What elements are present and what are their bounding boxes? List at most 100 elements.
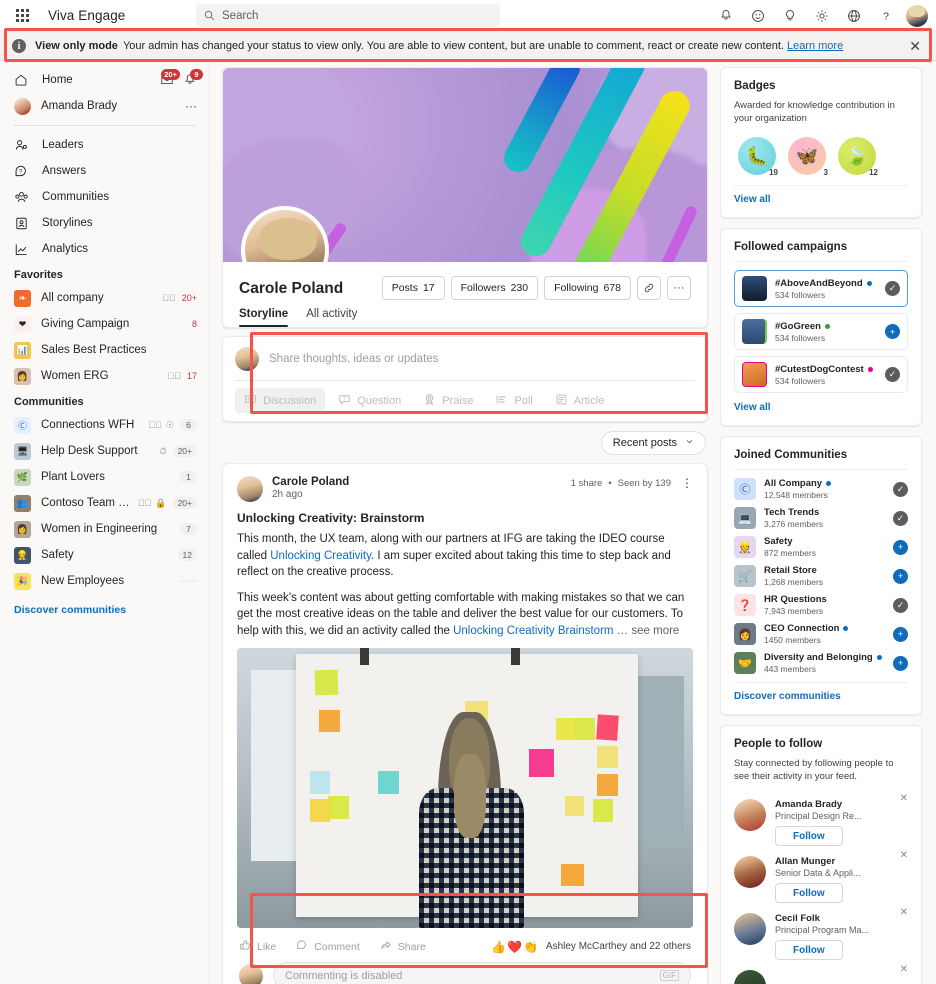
discover-communities-link[interactable]: Discover communities [734, 691, 908, 702]
avatar[interactable] [734, 799, 766, 831]
leaf-badge[interactable]: 🍃 12 [838, 137, 878, 177]
campaigns-view-all-link[interactable]: View all [734, 402, 908, 413]
campaign-item[interactable]: #CutestDogContest 534 followers ✓ [734, 356, 908, 393]
post-image[interactable] [237, 648, 693, 928]
globe-icon[interactable] [838, 0, 870, 31]
join-plus-icon[interactable]: + [893, 568, 908, 584]
help-icon[interactable]: ? [870, 0, 902, 31]
waffle-icon[interactable] [8, 2, 36, 30]
sidebar-item-home[interactable]: Home 20+ 9 [0, 67, 209, 93]
followers-stat-button[interactable]: Followers 230 [450, 276, 539, 300]
joined-community-item[interactable]: 👩 CEO Connection 1450 members + [734, 623, 908, 645]
join-plus-icon[interactable]: + [893, 539, 908, 555]
sidebar-item-safety[interactable]: 👷 Safety 12 [0, 542, 209, 568]
butterfly-badge[interactable]: 🦋 3 [788, 137, 828, 177]
posts-stat-button[interactable]: Posts 17 [381, 276, 445, 300]
bell-icon[interactable] [710, 0, 742, 31]
joined-check-icon[interactable]: ✓ [893, 481, 908, 497]
sidebar-item-user[interactable]: Amanda Brady ··· [0, 93, 209, 119]
campaign-item[interactable]: #AboveAndBeyond 534 followers ✓ [734, 270, 908, 307]
avatar[interactable] [237, 476, 263, 502]
post-more-icon[interactable]: ⋮ [677, 476, 693, 490]
joined-community-item[interactable]: ❓ HR Questions 7,943 members ✓ [734, 594, 908, 616]
more-icon[interactable]: ··· [667, 276, 691, 300]
like-button[interactable]: Like [239, 939, 276, 954]
discover-communities-link[interactable]: Discover communities [0, 594, 209, 616]
sidebar-item-answers[interactable]: ? Answers [0, 158, 209, 184]
tab-storyline[interactable]: Storyline [239, 308, 289, 327]
composer-question-button[interactable]: ? Question [329, 388, 410, 413]
composer-praise-button[interactable]: Praise [414, 388, 482, 413]
joined-community-item[interactable]: Ⓒ All Company 12,548 members ✓ [734, 478, 908, 500]
avatar[interactable] [734, 913, 766, 945]
gif-icon[interactable]: GIF [659, 970, 679, 981]
sidebar-item-communities[interactable]: Communities [0, 184, 209, 210]
joined-community-item[interactable]: 💻 Tech Trends 3,276 members ✓ [734, 507, 908, 529]
comment-button[interactable]: Comment [296, 939, 360, 954]
learn-more-link[interactable]: Learn more [787, 40, 843, 52]
close-icon[interactable]: ✕ [906, 38, 924, 55]
unlocking-creativity-link[interactable]: Unlocking Creativity [270, 550, 371, 562]
sidebar-item-women-in-engineering[interactable]: 👩 Women in Engineering 7 [0, 516, 209, 542]
sidebar-item-contoso-team-ux[interactable]: 👥 Contoso Team UX (Desig... ✔⃝ 🔒 20+ [0, 490, 209, 516]
sidebar-item-giving-campaign[interactable]: ❤ Giving Campaign 8 [0, 311, 209, 337]
follow-button[interactable]: Follow [775, 940, 843, 960]
sidebar-item-leaders[interactable]: Leaders [0, 132, 209, 158]
campaign-item[interactable]: #GoGreen 534 followers + [734, 313, 908, 350]
person-name[interactable]: Allan Munger [775, 856, 861, 867]
join-plus-icon[interactable]: + [893, 655, 908, 671]
joined-community-item[interactable]: 👷 Safety 872 members + [734, 536, 908, 558]
avatar[interactable] [734, 856, 766, 888]
inbox-icon[interactable]: 20+ [160, 69, 180, 87]
sidebar-item-connections-wfh[interactable]: Ⓒ Connections WFH ✔⃝ ☉ 6 [0, 412, 209, 438]
more-icon[interactable]: ··· [181, 99, 197, 113]
sidebar-item-help-desk-support[interactable]: 🖥 Help Desk Support ⏱ 20+ [0, 438, 209, 464]
avatar[interactable] [734, 970, 766, 984]
composer-article-button[interactable]: Article [546, 388, 614, 413]
badges-view-all-link[interactable]: View all [734, 194, 908, 205]
following-check-icon[interactable]: ✓ [885, 281, 900, 296]
share-button[interactable]: Share [380, 939, 426, 954]
dismiss-icon[interactable]: ✕ [900, 793, 908, 804]
sort-dropdown[interactable]: Recent posts [600, 431, 706, 455]
sidebar-item-plant-lovers[interactable]: 🌿 Plant Lovers 1 [0, 464, 209, 490]
see-more-link[interactable]: … see more [613, 625, 680, 637]
following-check-icon[interactable]: ✓ [885, 367, 900, 382]
dismiss-icon[interactable]: ✕ [900, 850, 908, 861]
search-input[interactable]: Search [196, 4, 500, 27]
following-stat-button[interactable]: Following 678 [544, 276, 631, 300]
post-author-name[interactable]: Carole Poland [272, 476, 349, 488]
smiley-icon[interactable] [742, 0, 774, 31]
sidebar-item-analytics[interactable]: Analytics [0, 236, 209, 262]
community-thumb: 🤝 [734, 652, 756, 674]
joined-check-icon[interactable]: ✓ [893, 597, 908, 613]
joined-community-item[interactable]: 🛒 Retail Store 1,268 members + [734, 565, 908, 587]
follow-button[interactable]: Follow [775, 826, 843, 846]
dismiss-icon[interactable]: ✕ [900, 964, 908, 975]
sidebar-item-all-company[interactable]: ❧ All company ✔⃝ 20+ [0, 285, 209, 311]
tab-all-activity[interactable]: All activity [306, 308, 357, 327]
caterpillar-badge[interactable]: 🐛 19 [738, 137, 778, 177]
joined-community-item[interactable]: 🤝 Diversity and Belonging 443 members + [734, 652, 908, 674]
sidebar-item-sales-best-practices[interactable]: 📊 Sales Best Practices [0, 337, 209, 363]
notifications-icon[interactable]: 9 [183, 69, 203, 87]
composer-discussion-button[interactable]: Discussion [235, 388, 326, 413]
joined-check-icon[interactable]: ✓ [893, 510, 908, 526]
unlocking-creativity-brainstorm-link[interactable]: Unlocking Creativity Brainstorm [453, 625, 613, 637]
sidebar-item-storylines[interactable]: Storylines [0, 210, 209, 236]
person-name[interactable]: Cecil Folk [775, 913, 869, 924]
follow-button[interactable]: Follow [775, 883, 843, 903]
gear-icon[interactable] [806, 0, 838, 31]
composer-poll-button[interactable]: Poll [486, 388, 541, 413]
composer-input-row[interactable]: Share thoughts, ideas or updates [235, 347, 695, 371]
link-icon[interactable] [637, 276, 661, 300]
dismiss-icon[interactable]: ✕ [900, 907, 908, 918]
join-plus-icon[interactable]: + [893, 626, 908, 642]
sidebar-item-new-employees[interactable]: 🎉 New Employees [0, 568, 209, 594]
lightbulb-icon[interactable] [774, 0, 806, 31]
person-name[interactable]: Amanda Brady [775, 799, 862, 810]
post-reactions[interactable]: 👍 ❤️ 👏 Ashley McCarthey and 22 others [491, 940, 691, 954]
avatar[interactable] [906, 4, 928, 27]
follow-plus-icon[interactable]: + [885, 324, 900, 339]
sidebar-item-women-erg[interactable]: 👩 Women ERG ✔⃝ 17 [0, 363, 209, 389]
